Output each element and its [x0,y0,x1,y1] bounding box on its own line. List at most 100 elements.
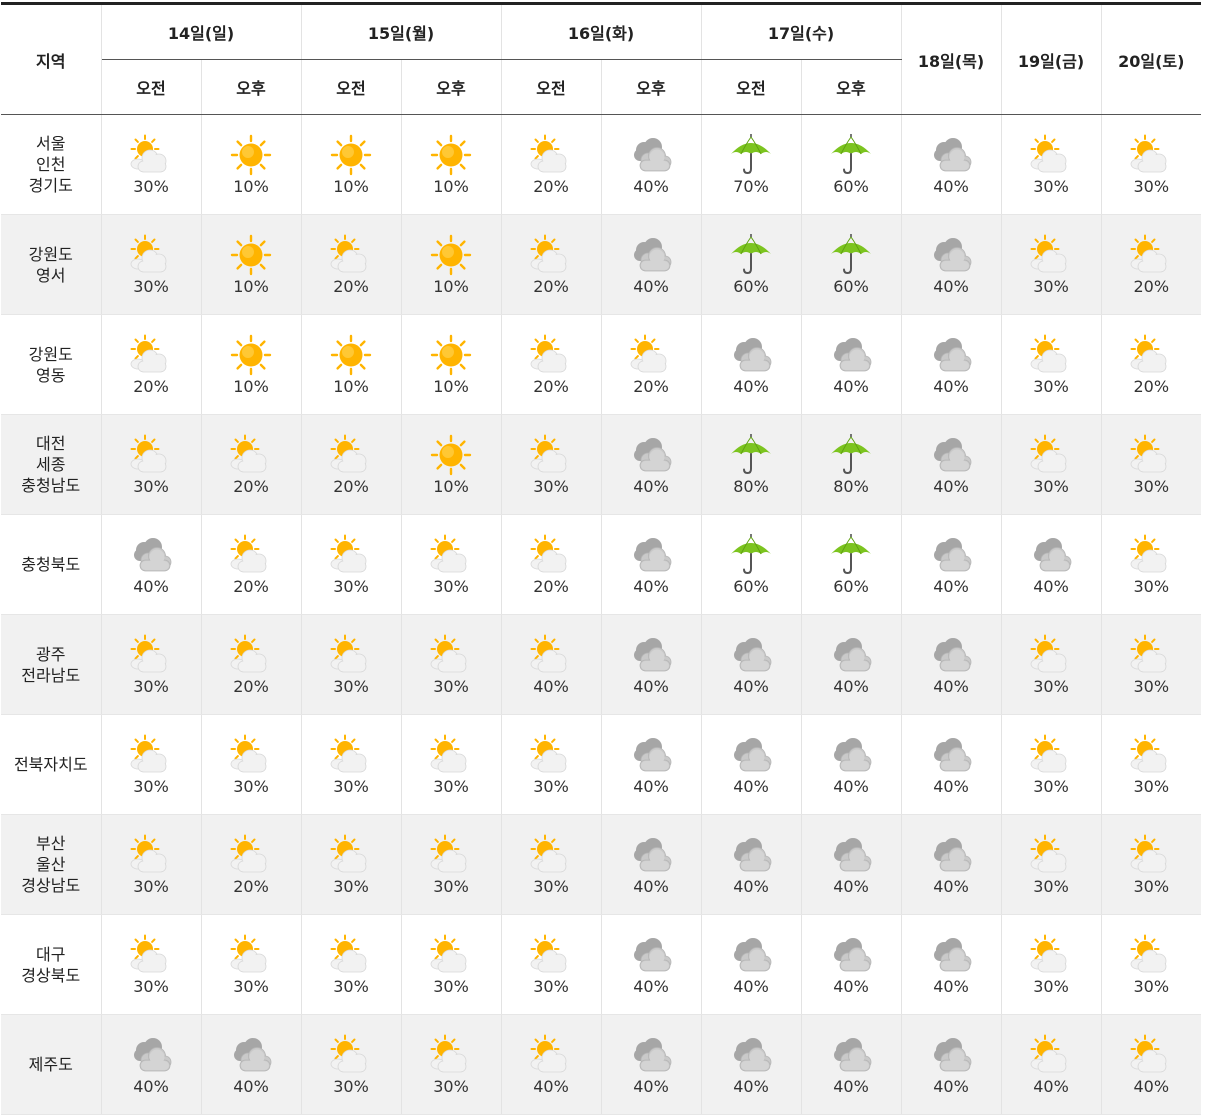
region-cell: 강원도 영서 [1,214,101,315]
partly-cloudy-icon [526,334,576,376]
precipitation-probability: 40% [833,976,869,996]
precipitation-probability: 30% [433,876,469,896]
forecast-cell: 30% [500,814,601,915]
table-row: 부산 울산 경상남도 30% 20% 30% 30% 30% 40% 40% 4… [1,814,1201,915]
umbrella-icon [726,133,776,176]
precipitation-probability: 20% [1133,376,1170,396]
table-row: 제주도 40% 40% 30% 30% 40% 40% 40% 40% 40% … [1,1014,1201,1115]
precipitation-probability: 30% [133,776,169,796]
partly-cloudy-icon [326,234,376,276]
cloudy-icon [626,434,676,476]
forecast-cell: 30% [200,914,301,1015]
precipitation-probability: 40% [1133,1076,1170,1096]
precipitation-probability: 40% [733,976,769,996]
precipitation-probability: 30% [133,676,169,696]
precipitation-probability: 40% [633,476,669,496]
forecast-cell: 30% [1000,714,1101,815]
slot-header-am: 오전 [500,59,601,115]
precipitation-probability: 30% [333,676,369,696]
partly-cloudy-icon [426,834,476,876]
precipitation-probability: 30% [433,576,469,596]
precipitation-probability: 40% [833,1076,869,1096]
partly-cloudy-icon [426,534,476,576]
forecast-cell: 40% [1100,1014,1201,1115]
precipitation-probability: 30% [333,576,369,596]
sunny-icon [226,234,276,276]
umbrella-icon [726,233,776,276]
region-name: 경상남도 [21,876,81,895]
forecast-cell: 40% [800,914,901,1015]
slot-header-am: 오전 [300,59,401,115]
forecast-cell: 40% [900,614,1001,715]
slot-header-am: 오전 [700,59,801,115]
forecast-cell: 20% [500,114,601,215]
forecast-cell: 10% [400,214,501,315]
precipitation-probability: 40% [933,376,969,396]
precipitation-probability: 40% [733,776,769,796]
precipitation-probability: 10% [333,176,369,196]
partly-cloudy-icon [1126,634,1176,676]
cloudy-icon [726,334,776,376]
precipitation-probability: 40% [1033,576,1069,596]
partly-cloudy-icon [1126,434,1176,476]
forecast-cell: 30% [1100,114,1201,215]
forecast-cell: 30% [1100,714,1201,815]
forecast-cell: 40% [800,714,901,815]
precipitation-probability: 10% [233,176,269,196]
forecast-cell: 40% [600,614,701,715]
partly-cloudy-icon [1026,634,1076,676]
forecast-cell: 20% [200,814,301,915]
forecast-cell: 20% [1100,214,1201,315]
cloudy-icon [626,134,676,176]
forecast-cell: 30% [400,814,501,915]
slot-header-pm: 오후 [400,59,501,115]
region-name: 서울 [36,134,66,153]
precipitation-probability: 40% [833,376,869,396]
forecast-cell: 40% [600,714,701,815]
region-cell: 제주도 [1,1014,101,1115]
table-body: 서울 인천 경기도 30% 10% 10% 10% 20% 40% 70% 60… [1,114,1201,1115]
forecast-cell: 30% [100,814,201,915]
precipitation-probability: 30% [1033,176,1069,196]
partly-cloudy-icon [526,1034,576,1076]
precipitation-probability: 40% [733,1076,769,1096]
slot-header-pm: 오후 [600,59,701,115]
partly-cloudy-icon [326,634,376,676]
partly-cloudy-icon [126,934,176,976]
cloudy-icon [826,334,876,376]
precipitation-probability: 40% [533,676,569,696]
forecast-cell: 40% [700,1014,801,1115]
forecast-cell: 30% [1100,514,1201,615]
forecast-cell: 30% [400,914,501,1015]
precipitation-probability: 10% [333,376,369,396]
forecast-cell: 10% [300,114,401,215]
forecast-cell: 30% [500,414,601,515]
precipitation-probability: 30% [1033,776,1069,796]
region-cell: 부산 울산 경상남도 [1,814,101,915]
sunny-icon [326,134,376,176]
partly-cloudy-icon [326,1034,376,1076]
forecast-cell: 40% [500,614,601,715]
header-row-dates: 지역 14일(일) 15일(월) 16일(화) 17일(수) 18일(목) 19… [1,2,1201,115]
forecast-cell: 30% [100,714,201,815]
weather-forecast-table-container: 지역 14일(일) 15일(월) 16일(화) 17일(수) 18일(목) 19… [1,2,1201,1115]
precipitation-probability: 20% [233,876,269,896]
cloudy-icon [626,834,676,876]
forecast-cell: 30% [100,414,201,515]
forecast-cell: 40% [600,214,701,315]
partly-cloudy-icon [526,534,576,576]
table-header: 지역 14일(일) 15일(월) 16일(화) 17일(수) 18일(목) 19… [1,2,1201,115]
region-name: 충청남도 [21,476,81,495]
date-header-16: 16일(화) [500,2,701,60]
precipitation-probability: 10% [433,176,469,196]
date-header-17: 17일(수) [700,2,901,60]
precipitation-probability: 40% [633,576,669,596]
partly-cloudy-icon [1026,1034,1076,1076]
forecast-cell: 30% [400,514,501,615]
partly-cloudy-icon [426,934,476,976]
forecast-cell: 30% [1000,814,1101,915]
forecast-cell: 60% [800,214,901,315]
cloudy-icon [726,734,776,776]
region-cell: 광주 전라남도 [1,614,101,715]
precipitation-probability: 40% [133,576,169,596]
